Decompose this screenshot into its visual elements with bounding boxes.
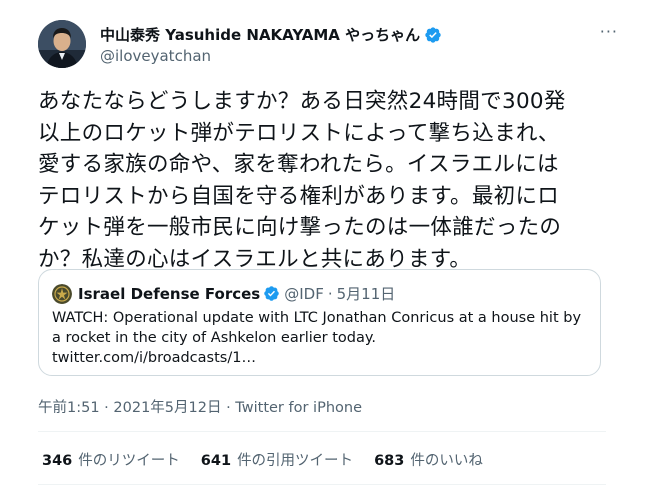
quote-tweet-count-label: 件の引用ツイート <box>237 453 354 469</box>
quoted-date: 5月11日 <box>336 285 396 303</box>
quote-tweet-count-number: 641 <box>200 453 232 469</box>
retweet-count[interactable]: 346 件のリツイート <box>42 449 180 470</box>
quoted-verified-badge-icon <box>264 286 279 301</box>
divider-bottom <box>38 484 606 485</box>
retweet-count-number: 346 <box>42 453 73 469</box>
like-count[interactable]: 683 件のいいね <box>374 449 483 470</box>
quoted-author-name: Israel Defense Forces <box>78 284 261 303</box>
idf-logo-icon <box>52 283 72 304</box>
like-count-label: 件のいいね <box>410 453 483 469</box>
quoted-tweet-header: Israel Defense Forces @IDF · 5月11日 <box>52 283 395 304</box>
tweet-card: 中山泰秀 Yasuhide NAKAYAMA やっちゃん @iloveyatch… <box>0 0 645 491</box>
quote-tweet-count[interactable]: 641 件の引用ツイート <box>201 449 353 470</box>
engagement-stats: 346 件のリツイート 641 件の引用ツイート 683 件のいいね <box>42 449 504 470</box>
more-options-icon[interactable]: ··· <box>600 22 618 41</box>
tweet-text: あなたならどうしますか？ある日突然24時間で300発 以上のロケット弾がテロリス… <box>38 89 566 272</box>
retweet-count-label: 件のリツイート <box>78 453 180 469</box>
tweet-header: 中山泰秀 Yasuhide NAKAYAMA やっちゃん @iloveyatch… <box>38 20 618 70</box>
verified-badge-icon <box>425 26 441 43</box>
author-name-row: 中山泰秀 Yasuhide NAKAYAMA やっちゃん <box>100 24 442 45</box>
tweet-timestamp[interactable]: 午前1:51 · 2021年5月12日 · Twitter for iPhone <box>38 396 362 417</box>
quoted-tweet[interactable]: Israel Defense Forces @IDF · 5月11日 WATCH… <box>38 269 601 376</box>
author-display-name[interactable]: 中山泰秀 Yasuhide NAKAYAMA やっちゃん <box>100 24 420 45</box>
like-count-number: 683 <box>374 453 405 469</box>
quoted-tweet-text: WATCH: Operational update with LTC Jonat… <box>52 310 582 366</box>
quoted-author-handle: @IDF <box>284 284 324 303</box>
author-handle[interactable]: @iloveyatchan <box>100 47 211 65</box>
person-avatar-icon <box>38 20 86 68</box>
quoted-separator: · <box>327 284 333 303</box>
author-avatar[interactable] <box>38 20 86 68</box>
divider-top <box>38 431 606 432</box>
